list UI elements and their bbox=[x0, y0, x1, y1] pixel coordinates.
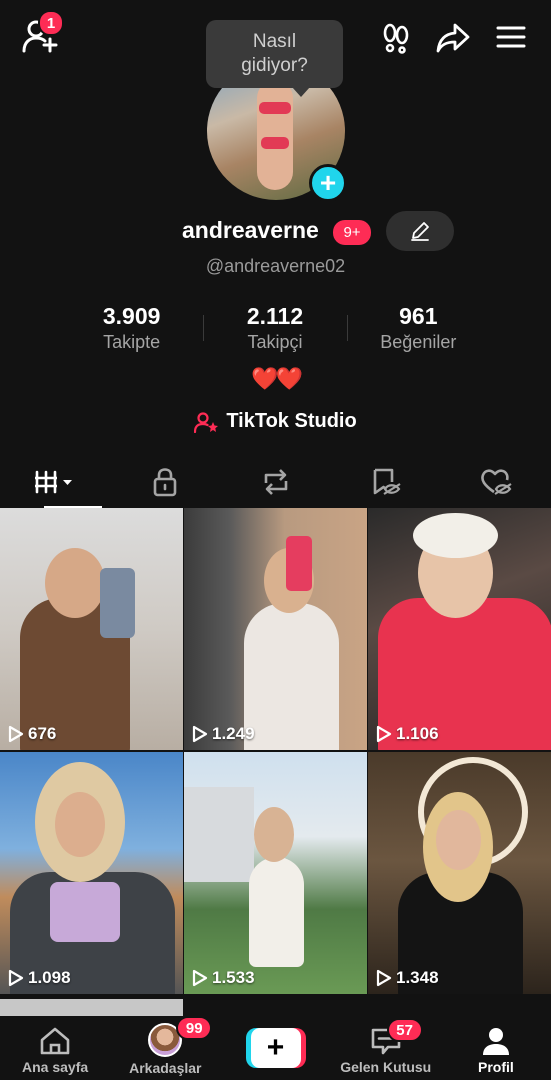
view-count-value: 1.348 bbox=[396, 968, 439, 987]
home-icon bbox=[40, 1027, 70, 1055]
video-thumbnail[interactable]: 1.106 bbox=[368, 508, 551, 750]
bottom-navigation: Ana sayfa 99 Arkadaşlar + 57 Gelen Kutus… bbox=[0, 1016, 551, 1080]
bookmark-eye-icon bbox=[373, 468, 401, 495]
friends-badge: 99 bbox=[176, 1016, 213, 1040]
nav-label: Arkadaşlar bbox=[129, 1060, 202, 1076]
play-icon bbox=[376, 969, 392, 987]
tab-private[interactable] bbox=[110, 455, 220, 508]
add-friend-button[interactable]: 1 bbox=[20, 10, 64, 54]
video-grid: 676 1.249 1.106 1.098 1.533 1.348 bbox=[0, 508, 551, 994]
username-badge[interactable]: 9+ bbox=[333, 220, 371, 245]
plus-icon: + bbox=[250, 1028, 301, 1068]
studio-label: TikTok Studio bbox=[226, 410, 357, 432]
tab-saved[interactable] bbox=[331, 455, 441, 508]
lock-icon bbox=[153, 467, 177, 496]
video-thumbnail[interactable]: 1.098 bbox=[0, 752, 183, 994]
edit-profile-button[interactable] bbox=[386, 211, 454, 251]
profile-bio: ❤️❤️ bbox=[251, 366, 303, 391]
share-profile-button[interactable] bbox=[434, 20, 472, 56]
tab-liked[interactable] bbox=[441, 455, 551, 508]
video-thumbnail[interactable]: 1.533 bbox=[184, 752, 367, 994]
play-icon bbox=[8, 725, 24, 743]
nav-home[interactable]: Ana sayfa bbox=[0, 1016, 110, 1080]
nav-inbox[interactable]: 57 Gelen Kutusu bbox=[331, 1016, 441, 1080]
view-count: 1.098 bbox=[8, 968, 71, 988]
repost-icon bbox=[264, 468, 287, 495]
grid-icon bbox=[35, 470, 73, 493]
stat-followers[interactable]: 2.112 Takipçi bbox=[203, 303, 346, 359]
profile-handle: @andreaverne02 bbox=[205, 256, 346, 276]
share-arrow-icon bbox=[436, 23, 470, 53]
view-count-value: 1.249 bbox=[212, 724, 255, 743]
create-button: + bbox=[245, 1028, 306, 1068]
stat-likes[interactable]: 961 Beğeniler bbox=[346, 303, 490, 359]
view-count: 1.106 bbox=[376, 724, 439, 744]
inbox-badge: 57 bbox=[386, 1018, 423, 1042]
tab-reposts[interactable] bbox=[220, 455, 330, 508]
stat-value: 2.112 bbox=[246, 303, 304, 329]
notification-badge: 1 bbox=[38, 10, 64, 36]
tab-videos[interactable] bbox=[0, 455, 110, 508]
nav-profile[interactable]: Profil bbox=[441, 1016, 551, 1080]
video-thumbnail[interactable]: 676 bbox=[0, 508, 183, 750]
profile-stats: 3.909 Takipte 2.112 Takipçi 961 Beğenile… bbox=[60, 303, 490, 359]
menu-button[interactable] bbox=[493, 20, 529, 54]
profile-name-row: andreaverne 9+ bbox=[0, 211, 551, 251]
play-icon bbox=[376, 725, 392, 743]
nav-friends[interactable]: 99 Arkadaşlar bbox=[110, 1016, 220, 1080]
stat-following[interactable]: 3.909 Takipte bbox=[60, 303, 203, 359]
nav-create[interactable]: + bbox=[220, 1016, 330, 1080]
view-count-value: 1.098 bbox=[28, 968, 71, 987]
nav-label: Gelen Kutusu bbox=[340, 1059, 432, 1075]
plus-icon: + bbox=[319, 167, 337, 198]
view-count: 1.249 bbox=[192, 724, 255, 744]
stat-label: Beğeniler bbox=[380, 332, 457, 352]
stat-label: Takipte bbox=[103, 332, 161, 352]
nav-label: Ana sayfa bbox=[22, 1059, 89, 1075]
play-icon bbox=[8, 969, 24, 987]
tiktok-studio-link[interactable]: TikTok Studio bbox=[0, 410, 551, 433]
studio-user-star-icon bbox=[194, 411, 219, 433]
heart-eye-icon bbox=[481, 468, 512, 495]
stat-label: Takipçi bbox=[247, 332, 303, 352]
status-tooltip[interactable]: Nasıl gidiyor? bbox=[206, 20, 343, 97]
add-story-button[interactable]: + bbox=[309, 164, 347, 202]
profile-person-icon bbox=[482, 1028, 509, 1055]
profile-tabs bbox=[0, 455, 551, 508]
view-count: 676 bbox=[8, 724, 56, 744]
tooltip-line-1: Nasıl bbox=[252, 31, 297, 52]
video-thumbnail[interactable]: 1.348 bbox=[368, 752, 551, 994]
nav-label: Profil bbox=[478, 1059, 514, 1075]
view-count: 1.533 bbox=[192, 968, 255, 988]
stat-value: 3.909 bbox=[102, 303, 161, 329]
play-icon bbox=[192, 969, 208, 987]
video-thumbnail-partial[interactable] bbox=[0, 999, 183, 1016]
play-icon bbox=[192, 725, 208, 743]
view-count: 1.348 bbox=[376, 968, 439, 988]
pencil-icon bbox=[411, 222, 429, 241]
video-thumbnail[interactable]: 1.249 bbox=[184, 508, 367, 750]
footprint-button[interactable] bbox=[378, 20, 414, 56]
view-count-value: 676 bbox=[28, 724, 57, 743]
view-count-value: 1.106 bbox=[396, 724, 439, 743]
view-count-value: 1.533 bbox=[212, 968, 255, 987]
hamburger-menu-icon bbox=[496, 26, 526, 48]
footprint-icon bbox=[383, 23, 409, 54]
username: andreaverne bbox=[182, 217, 319, 243]
tooltip-line-2: gidiyor? bbox=[241, 55, 308, 76]
stat-value: 961 bbox=[399, 303, 438, 329]
